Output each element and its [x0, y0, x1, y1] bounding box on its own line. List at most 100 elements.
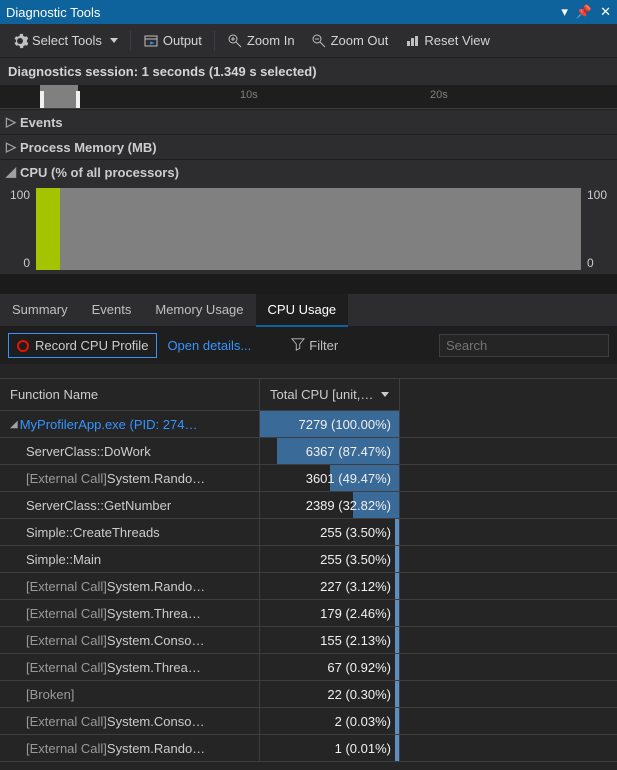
cell-function-name: [External Call] System.Threa… — [0, 600, 260, 626]
cell-total-cpu: 155 (2.13%) — [260, 627, 400, 653]
cpu-table-body: ◢ MyProfilerApp.exe (PID: 274… 7279 (100.… — [0, 411, 617, 762]
cpu-bar — [395, 600, 399, 626]
filter-button[interactable]: Filter — [291, 337, 338, 354]
open-details-link[interactable]: Open details... — [167, 338, 251, 353]
sort-desc-icon — [381, 392, 389, 397]
cpu-value-text: 2 (0.03%) — [335, 708, 391, 734]
cpu-plot-area[interactable] — [36, 188, 581, 270]
chevron-right-icon: ▷ — [6, 114, 16, 130]
cpu-value-text: 2389 (32.82%) — [306, 492, 391, 518]
cpu-table-header: Function Name Total CPU [unit,… — [0, 378, 617, 411]
cpu-bar — [395, 681, 399, 707]
cpu-chart: 100 0 100 0 — [0, 184, 617, 274]
select-tools-button[interactable]: Select Tools — [6, 30, 124, 52]
cpu-value-text: 3601 (49.47%) — [306, 465, 391, 491]
reset-view-icon — [404, 33, 420, 49]
zoom-out-button[interactable]: Zoom Out — [305, 30, 395, 52]
cpu-bar — [395, 735, 399, 761]
cell-total-cpu: 255 (3.50%) — [260, 546, 400, 572]
cpu-bar — [395, 519, 399, 545]
table-row[interactable]: Simple::CreateThreads255 (3.50%) — [0, 519, 617, 546]
selection-handle-start[interactable] — [40, 91, 44, 108]
record-cpu-profile-button[interactable]: Record CPU Profile — [8, 333, 157, 358]
window-options-icon[interactable]: ▾ — [561, 4, 568, 20]
ruler-tick: 10s — [240, 89, 258, 101]
cell-total-cpu: 1 (0.01%) — [260, 735, 400, 761]
table-row[interactable]: [External Call] System.Rando… 227 (3.12%) — [0, 573, 617, 600]
cell-function-name: ServerClass::GetNumber — [0, 492, 260, 518]
cell-total-cpu: 2 (0.03%) — [260, 708, 400, 734]
tab-events[interactable]: Events — [80, 294, 144, 326]
reset-view-button[interactable]: Reset View — [398, 30, 496, 52]
table-row[interactable]: ServerClass::GetNumber 2389 (32.82%) — [0, 492, 617, 519]
timeline-selection[interactable] — [40, 85, 78, 108]
cell-function-name: [Broken] — [0, 681, 260, 707]
cpu-bar — [395, 654, 399, 680]
cpu-value-text: 6367 (87.47%) — [306, 438, 391, 464]
tab-cpu-usage[interactable]: CPU Usage — [256, 294, 349, 327]
cell-total-cpu: 255 (3.50%) — [260, 519, 400, 545]
search-box[interactable] — [439, 334, 609, 357]
cpu-value-text: 255 (3.50%) — [320, 519, 391, 545]
table-row[interactable]: [External Call] System.Rando…3601 (49.47… — [0, 465, 617, 492]
cpu-bar — [395, 573, 399, 599]
column-header-function-name[interactable]: Function Name — [0, 379, 260, 411]
column-header-total-cpu[interactable]: Total CPU [unit,… — [260, 379, 400, 411]
cell-function-name: [External Call] System.Rando… — [0, 573, 260, 599]
cpu-usage-region — [36, 188, 60, 270]
cell-function-name: Simple::Main — [0, 546, 260, 572]
cpu-value-text: 7279 (100.00%) — [298, 411, 391, 437]
cell-function-name: [External Call] System.Conso… — [0, 627, 260, 653]
cell-function-name: [External Call] System.Conso… — [0, 708, 260, 734]
cpu-value-text: 255 (3.50%) — [320, 546, 391, 572]
selection-handle-end[interactable] — [76, 91, 80, 108]
cell-function-name: ServerClass::DoWork — [0, 438, 260, 464]
cpu-y-axis-right: 100 0 — [581, 184, 617, 274]
cpu-y-axis-left: 100 0 — [0, 184, 36, 274]
timeline-ruler[interactable]: 10s 20s — [0, 85, 617, 109]
process-memory-section-header[interactable]: ▷ Process Memory (MB) — [0, 134, 617, 159]
table-row[interactable]: ◢ MyProfilerApp.exe (PID: 274… 7279 (100.… — [0, 411, 617, 438]
detail-tabs: SummaryEventsMemory UsageCPU Usage — [0, 274, 617, 327]
cell-function-name: [External Call] System.Rando… — [0, 735, 260, 761]
gear-icon — [12, 33, 28, 49]
main-toolbar: Select Tools Output Zoom In Zoom Out Res… — [0, 24, 617, 58]
tab-summary[interactable]: Summary — [0, 294, 80, 326]
chevron-down-icon — [110, 38, 118, 43]
cell-function-name: ◢ MyProfilerApp.exe (PID: 274… — [0, 411, 260, 437]
tab-memory-usage[interactable]: Memory Usage — [143, 294, 255, 326]
zoom-in-icon — [227, 33, 243, 49]
table-row[interactable]: [External Call] System.Conso… 2 (0.03%) — [0, 708, 617, 735]
cell-function-name: [External Call] System.Threa… — [0, 654, 260, 680]
search-input[interactable] — [446, 338, 617, 353]
cell-total-cpu: 6367 (87.47%) — [260, 438, 400, 464]
table-row[interactable]: [Broken]22 (0.30%) — [0, 681, 617, 708]
titlebar: Diagnostic Tools ▾ 📌 ✕ — [0, 0, 617, 24]
cell-total-cpu: 7279 (100.00%) — [260, 411, 400, 437]
events-section-header[interactable]: ▷ Events — [0, 109, 617, 134]
table-row[interactable]: [External Call] System.Conso… 155 (2.13%) — [0, 627, 617, 654]
output-button[interactable]: Output — [137, 30, 208, 52]
zoom-in-button[interactable]: Zoom In — [221, 30, 301, 52]
pin-icon[interactable]: 📌 — [576, 4, 592, 20]
close-icon[interactable]: ✕ — [600, 4, 611, 20]
expander-icon[interactable]: ◢ — [10, 419, 18, 430]
table-row[interactable]: ServerClass::DoWork 6367 (87.47%) — [0, 438, 617, 465]
cpu-value-text: 155 (2.13%) — [320, 627, 391, 653]
zoom-out-icon — [311, 33, 327, 49]
table-row[interactable]: [External Call] System.Threa… 67 (0.92%) — [0, 654, 617, 681]
cpu-value-text: 67 (0.92%) — [327, 654, 391, 680]
table-row[interactable]: [External Call] System.Rando… 1 (0.01%) — [0, 735, 617, 762]
cpu-value-text: 1 (0.01%) — [335, 735, 391, 761]
session-info: Diagnostics session: 1 seconds (1.349 s … — [0, 58, 617, 85]
cell-total-cpu: 67 (0.92%) — [260, 654, 400, 680]
cpu-section-header[interactable]: ◢ CPU (% of all processors) — [0, 159, 617, 184]
table-row[interactable]: Simple::Main 255 (3.50%) — [0, 546, 617, 573]
chevron-down-icon: ◢ — [6, 164, 16, 180]
cpu-value-text: 227 (3.12%) — [320, 573, 391, 599]
output-icon — [143, 33, 159, 49]
table-row[interactable]: [External Call] System.Threa…179 (2.46%) — [0, 600, 617, 627]
cpu-bar — [395, 627, 399, 653]
cell-total-cpu: 22 (0.30%) — [260, 681, 400, 707]
cpu-bar — [395, 708, 399, 734]
